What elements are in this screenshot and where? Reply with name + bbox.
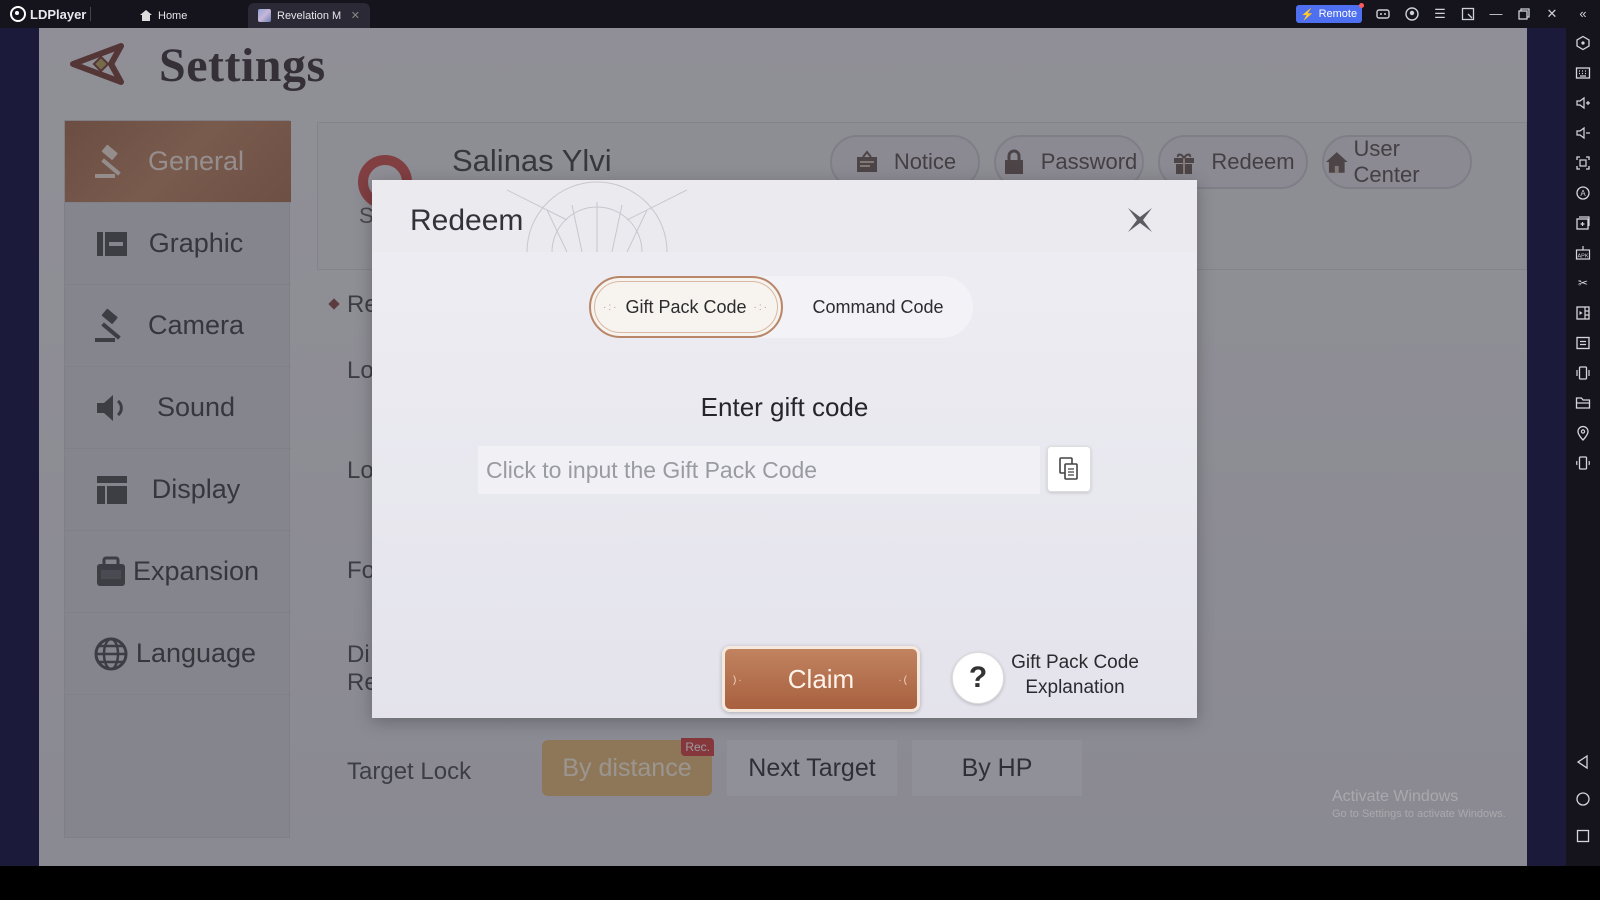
- ornament-icon: ·:·: [753, 302, 769, 313]
- help-label[interactable]: Gift Pack Code Explanation: [1010, 650, 1140, 700]
- restore-icon[interactable]: [1516, 6, 1532, 22]
- tab-label: Home: [158, 9, 188, 22]
- volume-down-icon[interactable]: [1575, 125, 1591, 141]
- claim-label: Claim: [787, 663, 855, 694]
- remote-button[interactable]: ⚡ Remote: [1296, 3, 1364, 23]
- android-home-icon[interactable]: [1575, 791, 1591, 807]
- operation-record-icon[interactable]: [1575, 335, 1591, 351]
- lightning-icon: ⚡: [1300, 8, 1315, 21]
- scissors-icon[interactable]: ✂: [1575, 275, 1591, 291]
- tab-revelation-m[interactable]: Revelation M ✕: [248, 3, 370, 28]
- divider: [90, 7, 91, 21]
- tab-command-code[interactable]: Command Code: [783, 276, 973, 338]
- location-icon[interactable]: [1575, 425, 1591, 441]
- minimize-icon[interactable]: —: [1488, 6, 1504, 22]
- bottom-frame: [0, 866, 1600, 900]
- keyboard-icon[interactable]: [1575, 65, 1591, 81]
- android-back-icon[interactable]: [1575, 754, 1591, 770]
- rotate-screen-icon[interactable]: [1575, 455, 1591, 471]
- ornament-icon: ·(: [898, 675, 909, 686]
- app-logo: LDPlayer: [10, 5, 86, 23]
- ornament-icon: ·:·: [603, 302, 619, 313]
- paste-button[interactable]: [1047, 446, 1091, 492]
- question-mark-icon: ?: [968, 661, 988, 694]
- close-tab-icon[interactable]: ✕: [351, 9, 360, 22]
- tab-label: Command Code: [812, 296, 944, 317]
- claim-button[interactable]: )· Claim ·(: [722, 646, 920, 712]
- close-dialog-button[interactable]: [1124, 204, 1156, 236]
- folder-icon[interactable]: [1575, 395, 1591, 411]
- redeem-dialog: Redeem ·:· Gift Pack Code ·:· Command Co…: [372, 180, 1197, 718]
- svg-text:A: A: [1580, 189, 1586, 198]
- game-screen: Settings General Graphic Camera Sound Di…: [39, 28, 1527, 866]
- watermark-subtitle: Go to Settings to activate Windows.: [1332, 808, 1506, 820]
- tab-home[interactable]: Home: [130, 3, 197, 28]
- android-recents-icon[interactable]: [1575, 828, 1591, 844]
- shake-icon[interactable]: [1575, 365, 1591, 381]
- game-thumbnail-icon: [258, 9, 271, 22]
- screenshot-icon[interactable]: [1575, 155, 1591, 171]
- svg-text:APK: APK: [1577, 254, 1588, 260]
- help-button[interactable]: ?: [952, 652, 1004, 704]
- enter-code-label: Enter gift code: [700, 392, 869, 422]
- ornament-icon: )·: [733, 675, 744, 686]
- tab-label: Revelation M: [277, 9, 342, 22]
- gift-code-input[interactable]: [478, 446, 1040, 494]
- record-icon[interactable]: [1575, 305, 1591, 321]
- dialog-title: Redeem: [410, 204, 524, 237]
- window-mode-icon[interactable]: [1460, 6, 1476, 22]
- tab-gift-pack-code[interactable]: ·:· Gift Pack Code ·:·: [589, 276, 783, 338]
- account-icon[interactable]: [1404, 6, 1420, 22]
- volume-up-icon[interactable]: [1575, 95, 1591, 111]
- title-bar: LDPlayer Home Revelation M ✕ ⚡ Remote ☰ …: [0, 0, 1600, 28]
- close-window-icon[interactable]: ✕: [1544, 6, 1560, 22]
- settings-icon[interactable]: [1575, 35, 1591, 51]
- help-label-line2: Explanation: [1025, 677, 1125, 698]
- install-apk-icon[interactable]: APK: [1575, 245, 1591, 261]
- help-label-line1: Gift Pack Code: [1011, 652, 1139, 673]
- auto-rotate-icon[interactable]: A: [1575, 185, 1591, 201]
- code-type-toggle: ·:· Gift Pack Code ·:· Command Code: [589, 276, 973, 338]
- emulator-frame-right: [1527, 28, 1566, 866]
- remote-label: Remote: [1318, 8, 1358, 20]
- tab-label: Gift Pack Code: [625, 296, 747, 317]
- ldplayer-logo-icon: [10, 6, 26, 22]
- menu-icon[interactable]: ☰: [1432, 6, 1448, 22]
- emulator-frame-left: [0, 28, 39, 866]
- collapse-sidebar-icon[interactable]: «: [1575, 6, 1591, 22]
- windows-activation-watermark: Activate Windows Go to Settings to activ…: [1332, 788, 1506, 820]
- decorative-dial-icon: [507, 181, 687, 252]
- right-toolbar: A APK ✂: [1566, 28, 1600, 866]
- home-icon: [140, 10, 152, 21]
- paste-icon: [1059, 457, 1078, 480]
- watermark-title: Activate Windows: [1332, 788, 1459, 805]
- gamepad-icon[interactable]: [1375, 6, 1391, 22]
- notification-dot: [1359, 3, 1364, 8]
- app-name: LDPlayer: [30, 6, 87, 22]
- add-window-icon[interactable]: [1575, 215, 1591, 231]
